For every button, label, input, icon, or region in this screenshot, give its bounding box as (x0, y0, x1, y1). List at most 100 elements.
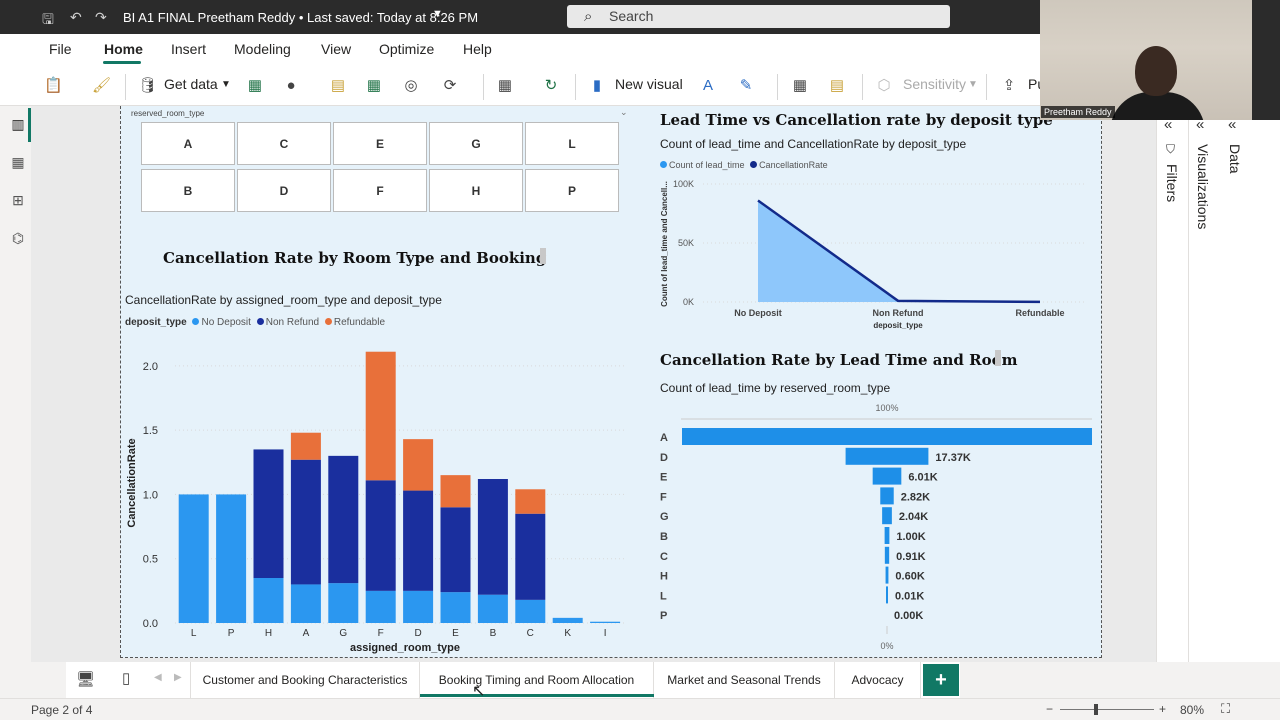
mobile-layout-icon[interactable]: ▯ (122, 669, 130, 687)
text-box-icon[interactable]: A (699, 77, 717, 95)
menu-modeling[interactable]: Modeling (234, 41, 291, 57)
area-visual-subtitle: Count of lead_time and CancellationRate … (660, 137, 967, 151)
quick-measure-icon[interactable]: ▤ (828, 77, 846, 95)
database-icon[interactable]: 🛢 (138, 77, 157, 95)
zoom-in-icon[interactable]: + (1159, 702, 1166, 716)
calculator-icon[interactable]: ▦ (791, 77, 809, 95)
menu-bar: File Home Insert Modeling View Optimize … (0, 34, 1040, 68)
menu-insert[interactable]: Insert (171, 41, 206, 57)
desktop-layout-icon[interactable]: 🖥 (76, 670, 95, 688)
chevron-down-icon[interactable]: ▼ (432, 8, 443, 20)
add-page-button[interactable]: + (923, 664, 959, 696)
slicer-option[interactable]: C (237, 122, 331, 165)
filters-pane[interactable]: « ⛉ Filters (1156, 106, 1188, 662)
tab-booking-timing[interactable]: Booking Timing and Room Allocation (420, 662, 654, 698)
enter-data-icon[interactable]: ▦ (365, 77, 383, 95)
slicer-option[interactable]: D (237, 169, 331, 212)
visualizations-pane[interactable]: « Visualizations (1188, 106, 1218, 662)
funnel-bar (872, 467, 902, 485)
filters-label[interactable]: Filters (1164, 164, 1180, 202)
slicer-option[interactable]: F (333, 169, 427, 212)
slicer-option[interactable]: H (429, 169, 523, 212)
format-painter-icon[interactable]: 🖌 (92, 77, 111, 95)
slicer-option[interactable]: E (333, 122, 427, 165)
x-tick-label: G (339, 628, 347, 639)
slicer-option[interactable]: L (525, 122, 619, 165)
paste-icon[interactable]: 📋 (44, 77, 63, 95)
legend-title: deposit_type (125, 317, 187, 328)
legend-item[interactable]: Count of lead_time (660, 160, 745, 170)
area-chart[interactable]: 0K 50K 100K No Deposit Non Refund Refundable d… (655, 172, 1095, 334)
funnel-bar (884, 546, 890, 564)
funnel-category-label: G (660, 511, 669, 523)
funnel-bar (886, 586, 888, 604)
funnel-data-label: 0.00K (894, 610, 923, 622)
zoom-slider-thumb[interactable] (1094, 704, 1098, 715)
save-icon[interactable]: 🖫 (42, 9, 54, 33)
table-view-icon[interactable]: ▦ (8, 154, 28, 174)
zoom-out-icon[interactable]: − (1046, 702, 1053, 716)
title-scrollbar[interactable] (540, 248, 546, 264)
model-view-icon[interactable]: ⊞ (8, 192, 28, 212)
x-tick-label: P (228, 628, 235, 639)
y-tick-label: 0.5 (143, 554, 158, 566)
excel-icon[interactable]: ▦ (246, 77, 264, 95)
slicer-option[interactable]: G (429, 122, 523, 165)
title-scrollbar[interactable] (995, 350, 1001, 366)
slicer-option[interactable]: B (141, 169, 235, 212)
tab-customer-booking[interactable]: Customer and Booking Characteristics (190, 662, 420, 698)
new-visual-button[interactable]: New visual (615, 76, 683, 92)
y-axis-title: Count of lead_time and Cancell... (660, 181, 669, 307)
sensitivity-icon[interactable]: ⬡ (875, 77, 893, 95)
funnel-chart[interactable]: 100% AD 17.37K E 6.01K F 2.82K G 2.04K B 1.00K C 0.9… (655, 398, 1100, 654)
chevron-down-icon[interactable]: ⌄ (620, 107, 628, 118)
refresh-icon[interactable]: ↻ (542, 77, 560, 95)
chevron-down-icon[interactable]: ▼ (968, 79, 978, 90)
ribbon: 📋 🖌 🛢 Get data ▼ ▦ ● ▤ ▦ ◎ ⟳ ▦ ↻ ▮ New v… (0, 68, 1045, 106)
data-label[interactable]: Data (1227, 144, 1243, 174)
menu-home[interactable]: Home (104, 41, 143, 57)
bar-segment (403, 490, 434, 591)
legend-item[interactable]: Refundable (324, 317, 385, 328)
menu-view[interactable]: View (321, 41, 351, 57)
tab-scroll-right-icon[interactable]: ▶ (174, 672, 182, 683)
dataverse-icon[interactable]: ◎ (402, 77, 420, 95)
legend-item[interactable]: Non Refund (256, 317, 319, 328)
new-visual-icon[interactable]: ▮ (588, 77, 606, 95)
publish-icon[interactable]: ⇪ (1000, 77, 1018, 95)
tab-advocacy[interactable]: Advocacy (835, 662, 921, 698)
menu-file[interactable]: File (49, 41, 72, 57)
get-data-button[interactable]: Get data (164, 76, 218, 92)
bar-segment (365, 480, 396, 591)
transform-data-icon[interactable]: ▦ (496, 77, 514, 95)
onelake-icon[interactable]: ● (282, 77, 300, 95)
zoom-level[interactable]: 80% (1180, 703, 1204, 717)
search-box[interactable]: ⌕ Search (567, 5, 950, 28)
sensitivity-button[interactable]: Sensitivity (903, 76, 966, 92)
tab-market-seasonal[interactable]: Market and Seasonal Trends (654, 662, 835, 698)
recent-sources-icon[interactable]: ⟳ (441, 77, 459, 95)
redo-icon[interactable]: ↷ (95, 9, 107, 26)
slicer-option[interactable]: A (141, 122, 235, 165)
document-title[interactable]: BI A1 FINAL Preetham Reddy • Last saved:… (123, 10, 478, 25)
funnel-category-label: B (660, 531, 668, 543)
sql-icon[interactable]: ▤ (329, 77, 347, 95)
visualizations-label[interactable]: Visualizations (1195, 144, 1211, 229)
menu-optimize[interactable]: Optimize (379, 41, 434, 57)
stacked-bar-chart[interactable]: 0.0 0.5 1.0 1.5 2.0 L P H A G F D E B C K Iassigned_room… (120, 340, 640, 658)
funnel-visual-subtitle: Count of lead_time by reserved_room_type (660, 381, 891, 395)
more-visuals-icon[interactable]: ✎ (737, 77, 755, 95)
chevron-down-icon[interactable]: ▼ (221, 79, 231, 90)
x-tick-label: C (527, 628, 534, 639)
dax-query-icon[interactable]: ⌬ (8, 230, 28, 250)
tab-scroll-left-icon[interactable]: ◀ (154, 672, 162, 683)
legend-item[interactable]: No Deposit (192, 317, 251, 328)
report-view-icon[interactable]: ▥ (8, 116, 28, 136)
zoom-slider[interactable] (1060, 709, 1154, 710)
undo-icon[interactable]: ↶ (70, 9, 82, 26)
menu-help[interactable]: Help (463, 41, 492, 57)
legend-item[interactable]: CancellationRate (750, 160, 828, 170)
data-pane[interactable]: « Data (1218, 106, 1280, 662)
fit-to-page-icon[interactable]: ⛶ (1221, 701, 1230, 717)
slicer-option[interactable]: P (525, 169, 619, 212)
